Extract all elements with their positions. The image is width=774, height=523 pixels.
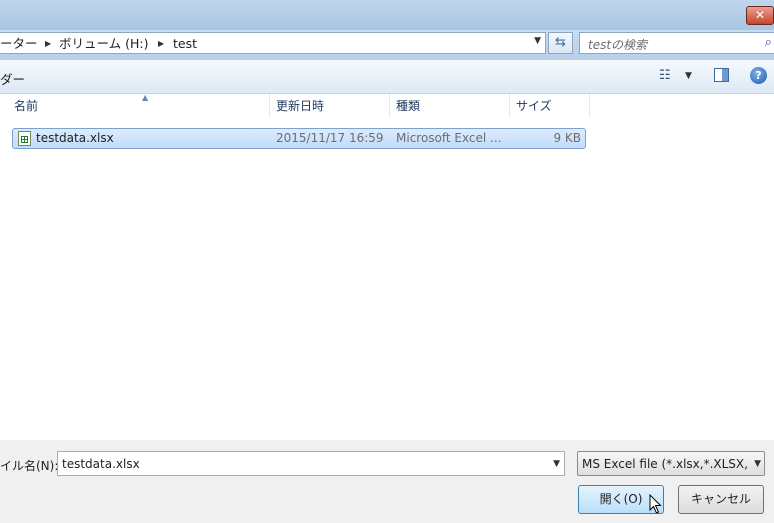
- search-placeholder: testの検索: [588, 38, 648, 52]
- file-name: testdata.xlsx: [36, 131, 114, 145]
- title-bar: ✕: [0, 0, 774, 30]
- breadcrumb-volume[interactable]: ボリューム (H:): [59, 35, 148, 53]
- search-icon[interactable]: ⌕: [765, 35, 772, 50]
- filetype-select[interactable]: MS Excel file (*.xlsx,*.XLSX, ▼: [577, 451, 765, 476]
- cancel-button[interactable]: キャンセル: [678, 485, 764, 514]
- address-row: ーター ▶ ボリューム (H:) ▶ test ▼ ⇆ testの検索 ⌕: [0, 30, 774, 60]
- new-folder-button[interactable]: ダー: [0, 69, 25, 88]
- mouse-cursor-icon: [649, 494, 662, 514]
- dialog-footer: イル名(N): testdata.xlsx ▼ MS Excel file (*…: [0, 440, 774, 523]
- toolbar: ダー ☷ ▼ ?: [0, 60, 774, 94]
- filetype-value: MS Excel file (*.xlsx,*.XLSX,: [582, 457, 748, 471]
- search-input[interactable]: testの検索 ⌕: [579, 32, 774, 54]
- filename-dropdown-icon[interactable]: ▼: [553, 459, 560, 469]
- filename-input[interactable]: testdata.xlsx ▼: [57, 451, 565, 476]
- breadcrumb-chevron-icon[interactable]: ▶: [45, 35, 51, 53]
- view-dropdown-icon[interactable]: ▼: [685, 71, 692, 81]
- column-header-modified[interactable]: 更新日時: [270, 94, 390, 118]
- close-button[interactable]: ✕: [746, 6, 774, 25]
- refresh-icon: ⇆: [555, 35, 566, 50]
- column-header-label: 更新日時: [276, 99, 325, 113]
- address-dropdown-icon[interactable]: ▼: [534, 36, 541, 46]
- file-modified: 2015/11/17 16:59: [276, 131, 384, 145]
- filename-label: イル名(N):: [0, 459, 59, 473]
- file-list[interactable]: ▲ 名前 更新日時 種類 サイズ testdata.xlsx 2015/11/1…: [0, 93, 774, 440]
- excel-file-icon: [18, 131, 31, 146]
- help-icon[interactable]: ?: [750, 67, 767, 84]
- filename-value: testdata.xlsx: [62, 457, 140, 471]
- column-header-label: サイズ: [516, 99, 552, 113]
- address-bar[interactable]: ーター ▶ ボリューム (H:) ▶ test ▼: [0, 32, 546, 54]
- file-type: Microsoft Excel ...: [396, 131, 502, 145]
- column-header-type[interactable]: 種類: [390, 94, 510, 118]
- breadcrumb-computer[interactable]: ーター: [0, 35, 38, 53]
- view-list-icon[interactable]: ☷: [659, 68, 671, 83]
- preview-pane-icon[interactable]: [714, 68, 729, 82]
- refresh-button[interactable]: ⇆: [548, 32, 573, 54]
- column-header-size[interactable]: サイズ: [510, 94, 590, 118]
- breadcrumb-test[interactable]: test: [173, 35, 197, 53]
- sort-ascending-icon: ▲: [142, 93, 149, 102]
- breadcrumb-chevron-icon[interactable]: ▶: [158, 35, 164, 53]
- column-header-name[interactable]: ▲ 名前: [8, 93, 270, 118]
- file-size: 9 KB: [553, 131, 581, 145]
- file-row[interactable]: testdata.xlsx 2015/11/17 16:59 Microsoft…: [12, 128, 586, 149]
- filetype-dropdown-icon[interactable]: ▼: [752, 459, 761, 469]
- column-header-label: 種類: [396, 99, 421, 113]
- column-header-label: 名前: [14, 99, 39, 113]
